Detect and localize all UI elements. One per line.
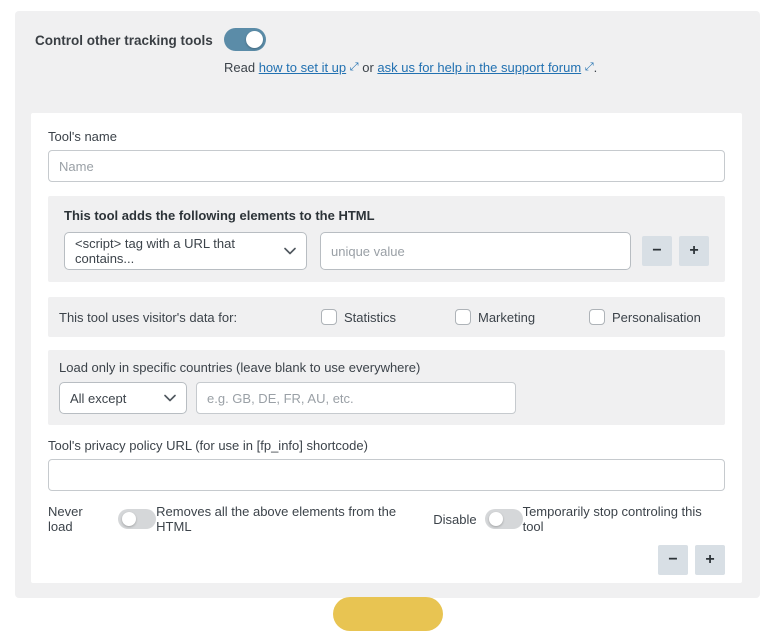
data-usage-label: This tool uses visitor's data for: (59, 309, 238, 325)
marketing-label: Marketing (478, 309, 536, 325)
privacy-url-label: Tool's privacy policy URL (for use in [f… (48, 438, 368, 453)
tool-name-input[interactable] (48, 150, 725, 182)
privacy-url-input[interactable] (48, 459, 725, 491)
remove-tool-button[interactable]: − (658, 545, 688, 575)
setup-link[interactable]: how to set it up (259, 60, 346, 75)
remove-element-button[interactable]: − (642, 236, 672, 266)
add-tool-button[interactable]: + (695, 545, 725, 575)
toggle-knob (122, 512, 137, 526)
support-forum-link[interactable]: ask us for help in the support forum (377, 60, 581, 75)
tool-card: Tool's name This tool adds the following… (31, 113, 742, 583)
statistics-label: Statistics (344, 309, 397, 325)
toggle-knob (246, 31, 263, 48)
conjunction-text: or (362, 60, 374, 75)
privacy-section: Tool's privacy policy URL (for use in [f… (48, 438, 725, 491)
marketing-checkbox-group[interactable]: Marketing (455, 309, 589, 325)
personalisation-label: Personalisation (612, 309, 701, 325)
personalisation-checkbox-group[interactable]: Personalisation (589, 309, 723, 325)
save-button[interactable] (333, 597, 443, 631)
help-text: Read how to set it up ⤢︎ or ask us for h… (224, 60, 597, 76)
header-controls: Read how to set it up ⤢︎ or ask us for h… (224, 28, 597, 76)
data-usage-row: This tool uses visitor's data for: Stati… (48, 297, 725, 337)
row-actions: − + (48, 545, 725, 575)
element-type-value: <script> tag with a URL that contains... (75, 236, 235, 266)
element-type-select[interactable]: <script> tag with a URL that contains... (64, 232, 307, 270)
html-elements-box: This tool adds the following elements to… (48, 196, 725, 282)
header: Control other tracking tools Read how to… (15, 11, 760, 76)
countries-mode-select[interactable]: All except (59, 382, 187, 414)
countries-box: Load only in specific countries (leave b… (48, 350, 725, 425)
read-prefix: Read (224, 60, 256, 75)
add-element-button[interactable]: + (679, 236, 709, 266)
section-title: Control other tracking tools (35, 33, 213, 48)
never-load-toggle[interactable] (118, 509, 157, 529)
settings-panel: Control other tracking tools Read how to… (15, 11, 760, 598)
disable-toggle[interactable] (484, 509, 523, 529)
never-load-description: Removes all the above elements from the … (156, 504, 397, 534)
marketing-checkbox[interactable] (455, 309, 471, 325)
chevron-down-icon (284, 247, 296, 255)
chevron-down-icon (164, 394, 176, 402)
personalisation-checkbox[interactable] (589, 309, 605, 325)
disable-description: Temporarily stop controling this tool (522, 504, 702, 534)
external-link-icon: ⤢︎ (584, 61, 594, 73)
external-link-icon: ⤢︎ (349, 61, 359, 73)
html-elements-heading: This tool adds the following elements to… (64, 208, 375, 223)
countries-label: Load only in specific countries (leave b… (59, 360, 421, 375)
countries-controls: All except (59, 382, 714, 414)
disable-group: Disable (433, 509, 523, 529)
sentence-end: . (593, 60, 598, 75)
countries-input[interactable] (196, 382, 516, 414)
control-tools-toggle[interactable] (224, 28, 266, 51)
state-toggles-row: Never load Removes all the above element… (48, 504, 725, 534)
toggle-knob (488, 512, 503, 526)
countries-mode-value: All except (70, 390, 127, 406)
statistics-checkbox-group[interactable]: Statistics (321, 309, 455, 325)
html-elements-controls: <script> tag with a URL that contains...… (64, 232, 709, 270)
disable-label: Disable (433, 511, 477, 527)
tool-name-label: Tool's name (48, 129, 117, 144)
never-load-label: Never load (48, 504, 83, 534)
statistics-checkbox[interactable] (321, 309, 337, 325)
never-load-group: Never load (48, 504, 157, 534)
unique-value-input[interactable] (320, 232, 631, 270)
